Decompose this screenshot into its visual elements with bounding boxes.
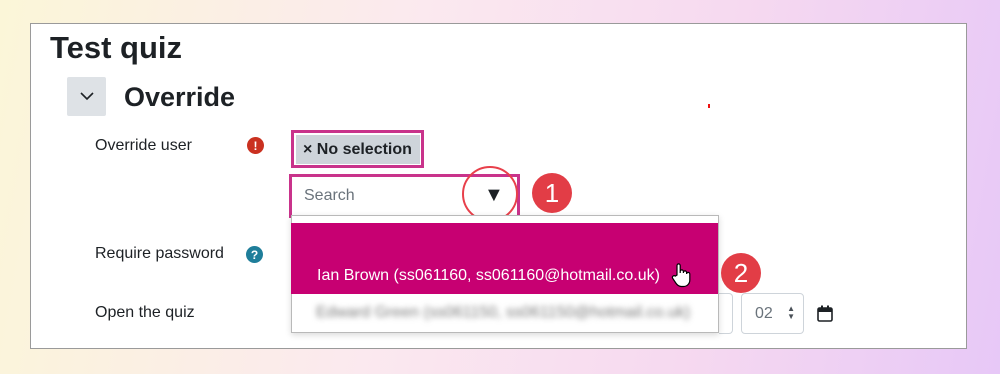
calendar-icon[interactable]: [817, 305, 833, 322]
required-icon: !: [247, 137, 264, 154]
step-2-badge: 2: [721, 253, 761, 293]
spinner-icon: ▲ ▼: [787, 304, 795, 321]
no-selection-chip[interactable]: × No selection: [296, 135, 420, 164]
override-user-label: Override user: [95, 137, 192, 154]
section-title: Override: [124, 82, 236, 112]
chevron-down-icon: [79, 92, 94, 101]
help-icon[interactable]: ?: [246, 246, 263, 263]
annotation-circle: [462, 166, 518, 222]
hour-select-edge[interactable]: [719, 293, 733, 334]
open-quiz-label: Open the quiz: [95, 304, 195, 321]
require-password-label: Require password: [95, 245, 224, 262]
hand-cursor-icon: [671, 263, 691, 288]
stray-mark: [708, 104, 710, 108]
dropdown-option[interactable]: Edward Green (ss061150, ss061150@hotmail…: [316, 304, 690, 322]
minute-value: 02: [755, 304, 773, 322]
section-collapse-button[interactable]: [67, 77, 106, 116]
search-input[interactable]: [292, 177, 462, 215]
dropdown-option-highlighted[interactable]: Ian Brown (ss061160, ss061160@hotmail.co…: [291, 223, 718, 294]
page-title: Test quiz: [50, 30, 183, 65]
step-1-badge: 1: [532, 173, 572, 213]
minute-select[interactable]: 02 ▲ ▼: [741, 293, 804, 334]
